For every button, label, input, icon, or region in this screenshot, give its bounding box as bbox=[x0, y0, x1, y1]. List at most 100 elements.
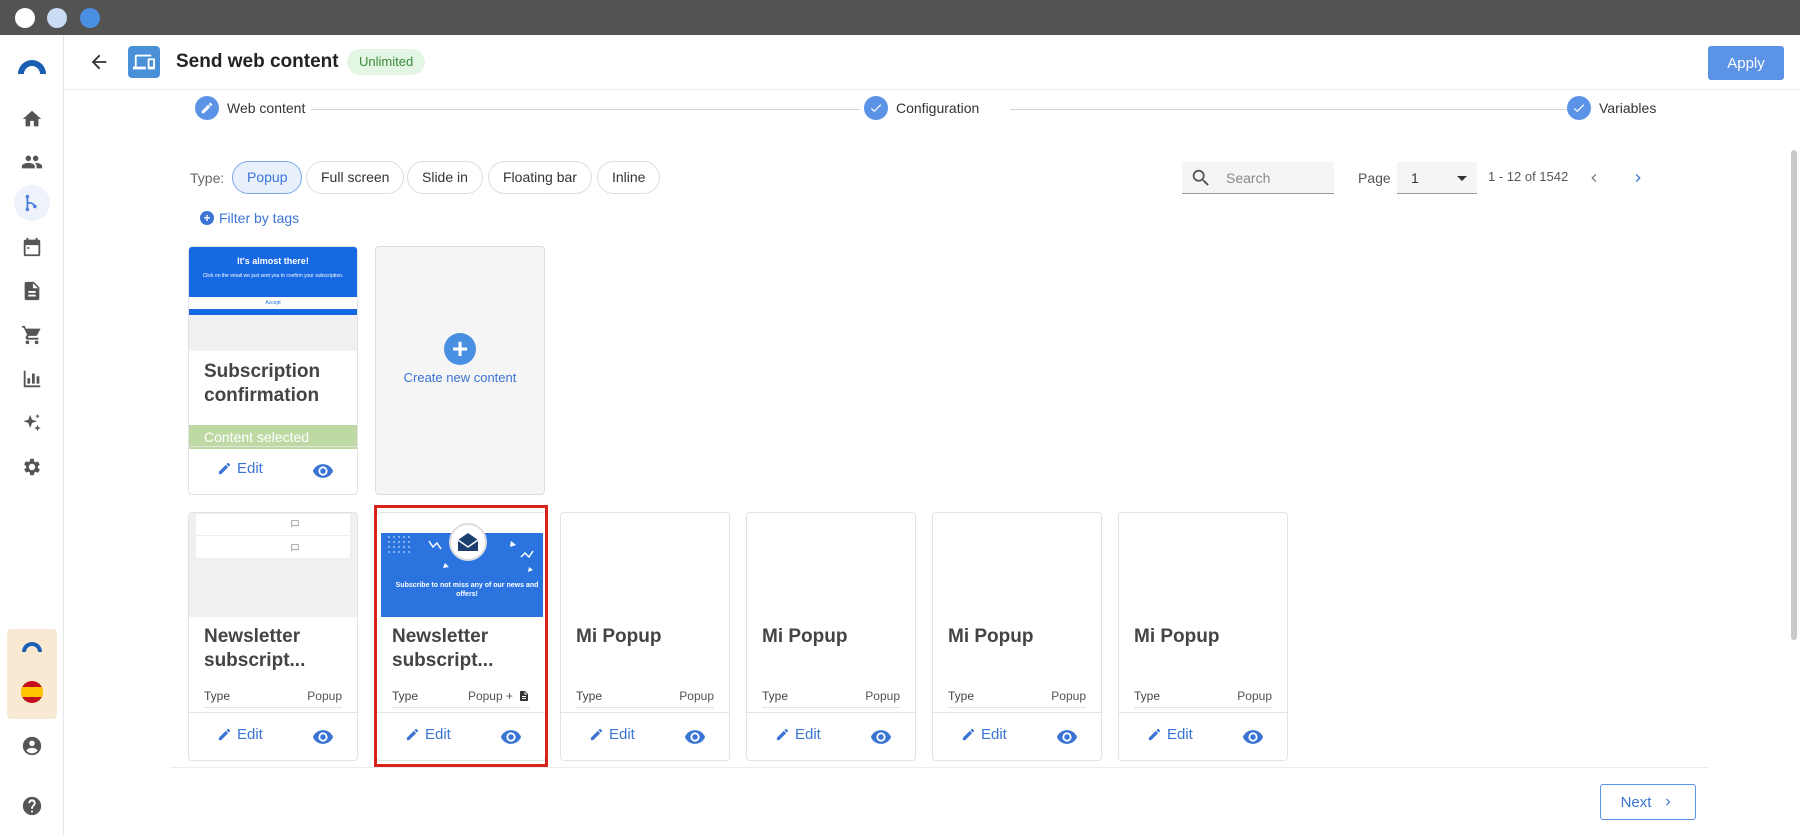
step-variables[interactable]: Variables bbox=[1567, 96, 1663, 120]
apply-button[interactable]: Apply bbox=[1708, 46, 1784, 80]
create-new-content-card[interactable]: + Create new content bbox=[375, 246, 545, 495]
window-maximize-button[interactable] bbox=[80, 8, 100, 28]
preview-button[interactable] bbox=[1241, 726, 1265, 748]
content-card[interactable]: Mi Popup Type Popup Edit bbox=[746, 512, 916, 761]
page-title: Send web content bbox=[176, 51, 339, 72]
step-connector bbox=[1010, 109, 1570, 110]
step-configuration[interactable]: Configuration bbox=[864, 96, 986, 120]
nav-help[interactable] bbox=[18, 792, 46, 820]
edit-button[interactable]: Edit bbox=[775, 726, 821, 743]
nav-calendar[interactable] bbox=[18, 233, 46, 261]
spain-flag-icon bbox=[21, 681, 43, 703]
chip-popup[interactable]: Popup bbox=[232, 161, 303, 194]
card-actions: Edit bbox=[189, 712, 357, 760]
content-card[interactable]: Mi Popup Type Popup Edit bbox=[932, 512, 1102, 761]
window-minimize-button[interactable] bbox=[47, 8, 67, 28]
search-icon bbox=[1192, 169, 1209, 186]
card-actions: Edit bbox=[189, 446, 357, 494]
pencil-icon bbox=[1148, 728, 1161, 741]
eye-icon bbox=[1242, 730, 1264, 744]
document-icon bbox=[24, 281, 40, 301]
meta-value: Popup bbox=[1237, 689, 1272, 703]
step-connector bbox=[300, 109, 860, 110]
edit-label: Edit bbox=[795, 726, 821, 743]
preview-button[interactable] bbox=[311, 460, 335, 482]
meta-key: Type bbox=[576, 689, 603, 703]
pencil-icon bbox=[590, 728, 603, 741]
nav-settings[interactable] bbox=[18, 453, 46, 481]
filter-by-tags-link[interactable]: + Filter by tags bbox=[200, 210, 299, 226]
content-card[interactable]: Newsletter subscript... Type Popup Edit bbox=[188, 512, 358, 761]
chevron-right-icon bbox=[1666, 798, 1671, 806]
eye-icon bbox=[684, 730, 706, 744]
thumbnail-text: Subscribe to not miss any of our news an… bbox=[395, 582, 539, 598]
eye-icon bbox=[312, 464, 334, 478]
meta-value-text: Popup bbox=[1237, 689, 1272, 703]
thumbnail-divider bbox=[196, 535, 350, 536]
meta-key: Type bbox=[948, 689, 975, 703]
edit-button[interactable]: Edit bbox=[589, 726, 635, 743]
step-web-content[interactable]: Web content bbox=[195, 96, 312, 120]
search-field[interactable] bbox=[1182, 162, 1334, 194]
prev-page-button[interactable] bbox=[1583, 167, 1605, 189]
content-card-subscription-confirmation[interactable]: It's almost there! Click on the email we… bbox=[188, 246, 358, 495]
edit-button[interactable]: Edit bbox=[217, 726, 263, 743]
edit-label: Edit bbox=[237, 726, 263, 743]
nav-home[interactable] bbox=[18, 105, 46, 133]
meta-value-text: Popup bbox=[679, 689, 714, 703]
nav-content[interactable] bbox=[18, 277, 46, 305]
preview-button[interactable] bbox=[869, 726, 893, 748]
edit-button[interactable]: Edit bbox=[217, 460, 263, 477]
nav-contacts[interactable] bbox=[18, 148, 46, 176]
card-meta: Type Popup bbox=[948, 686, 1086, 708]
eye-icon bbox=[500, 730, 522, 744]
next-button[interactable]: Next bbox=[1600, 784, 1696, 820]
card-actions: Edit bbox=[933, 712, 1101, 760]
page-label: Page bbox=[1358, 170, 1391, 186]
back-button[interactable] bbox=[86, 49, 112, 75]
content-card-highlighted[interactable]: Subscribe to not miss any of our news an… bbox=[376, 512, 546, 761]
account-brand-panel[interactable] bbox=[7, 629, 57, 719]
meta-value: Popup + bbox=[468, 689, 530, 703]
nav-automation[interactable] bbox=[14, 185, 50, 221]
type-filter-label: Type: bbox=[190, 170, 225, 186]
edit-button[interactable]: Edit bbox=[961, 726, 1007, 743]
user-circle-icon bbox=[22, 736, 42, 756]
card-thumbnail bbox=[189, 513, 357, 617]
meta-key: Type bbox=[762, 689, 789, 703]
search-input[interactable] bbox=[1226, 169, 1326, 186]
edit-button[interactable]: Edit bbox=[1147, 726, 1193, 743]
chip-full-screen[interactable]: Full screen bbox=[306, 161, 405, 194]
content-card[interactable]: Mi Popup Type Popup Edit bbox=[560, 512, 730, 761]
chip-slide-in[interactable]: Slide in bbox=[407, 161, 483, 194]
meta-value: Popup bbox=[307, 689, 342, 703]
nav-reports[interactable] bbox=[18, 365, 46, 393]
preview-button[interactable] bbox=[311, 726, 335, 748]
nav-ai[interactable] bbox=[18, 409, 46, 437]
page-scrollbar[interactable] bbox=[1791, 150, 1797, 640]
next-page-button[interactable] bbox=[1627, 167, 1649, 189]
window-titlebar bbox=[0, 0, 1800, 35]
nav-ecommerce[interactable] bbox=[18, 321, 46, 349]
pencil-icon bbox=[962, 728, 975, 741]
chip-inline[interactable]: Inline bbox=[597, 161, 661, 194]
cart-icon bbox=[21, 325, 41, 345]
app-logo-icon bbox=[18, 60, 46, 74]
gear-icon bbox=[24, 458, 40, 476]
card-title: Mi Popup bbox=[576, 626, 662, 647]
preview-button[interactable] bbox=[1055, 726, 1079, 748]
window-close-button[interactable] bbox=[15, 8, 35, 28]
card-actions: Edit bbox=[1119, 712, 1287, 760]
envelope-icon bbox=[457, 533, 479, 551]
nav-profile[interactable] bbox=[18, 732, 46, 760]
home-icon bbox=[22, 110, 42, 127]
chat-icon bbox=[291, 544, 299, 552]
arrow-left-icon bbox=[91, 54, 107, 70]
chip-floating-bar[interactable]: Floating bar bbox=[488, 161, 592, 194]
pencil-icon bbox=[201, 102, 213, 114]
preview-button[interactable] bbox=[499, 726, 523, 748]
page-select[interactable]: 1 bbox=[1397, 162, 1477, 194]
edit-button[interactable]: Edit bbox=[405, 726, 451, 743]
preview-button[interactable] bbox=[683, 726, 707, 748]
content-card[interactable]: Mi Popup Type Popup Edit bbox=[1118, 512, 1288, 761]
